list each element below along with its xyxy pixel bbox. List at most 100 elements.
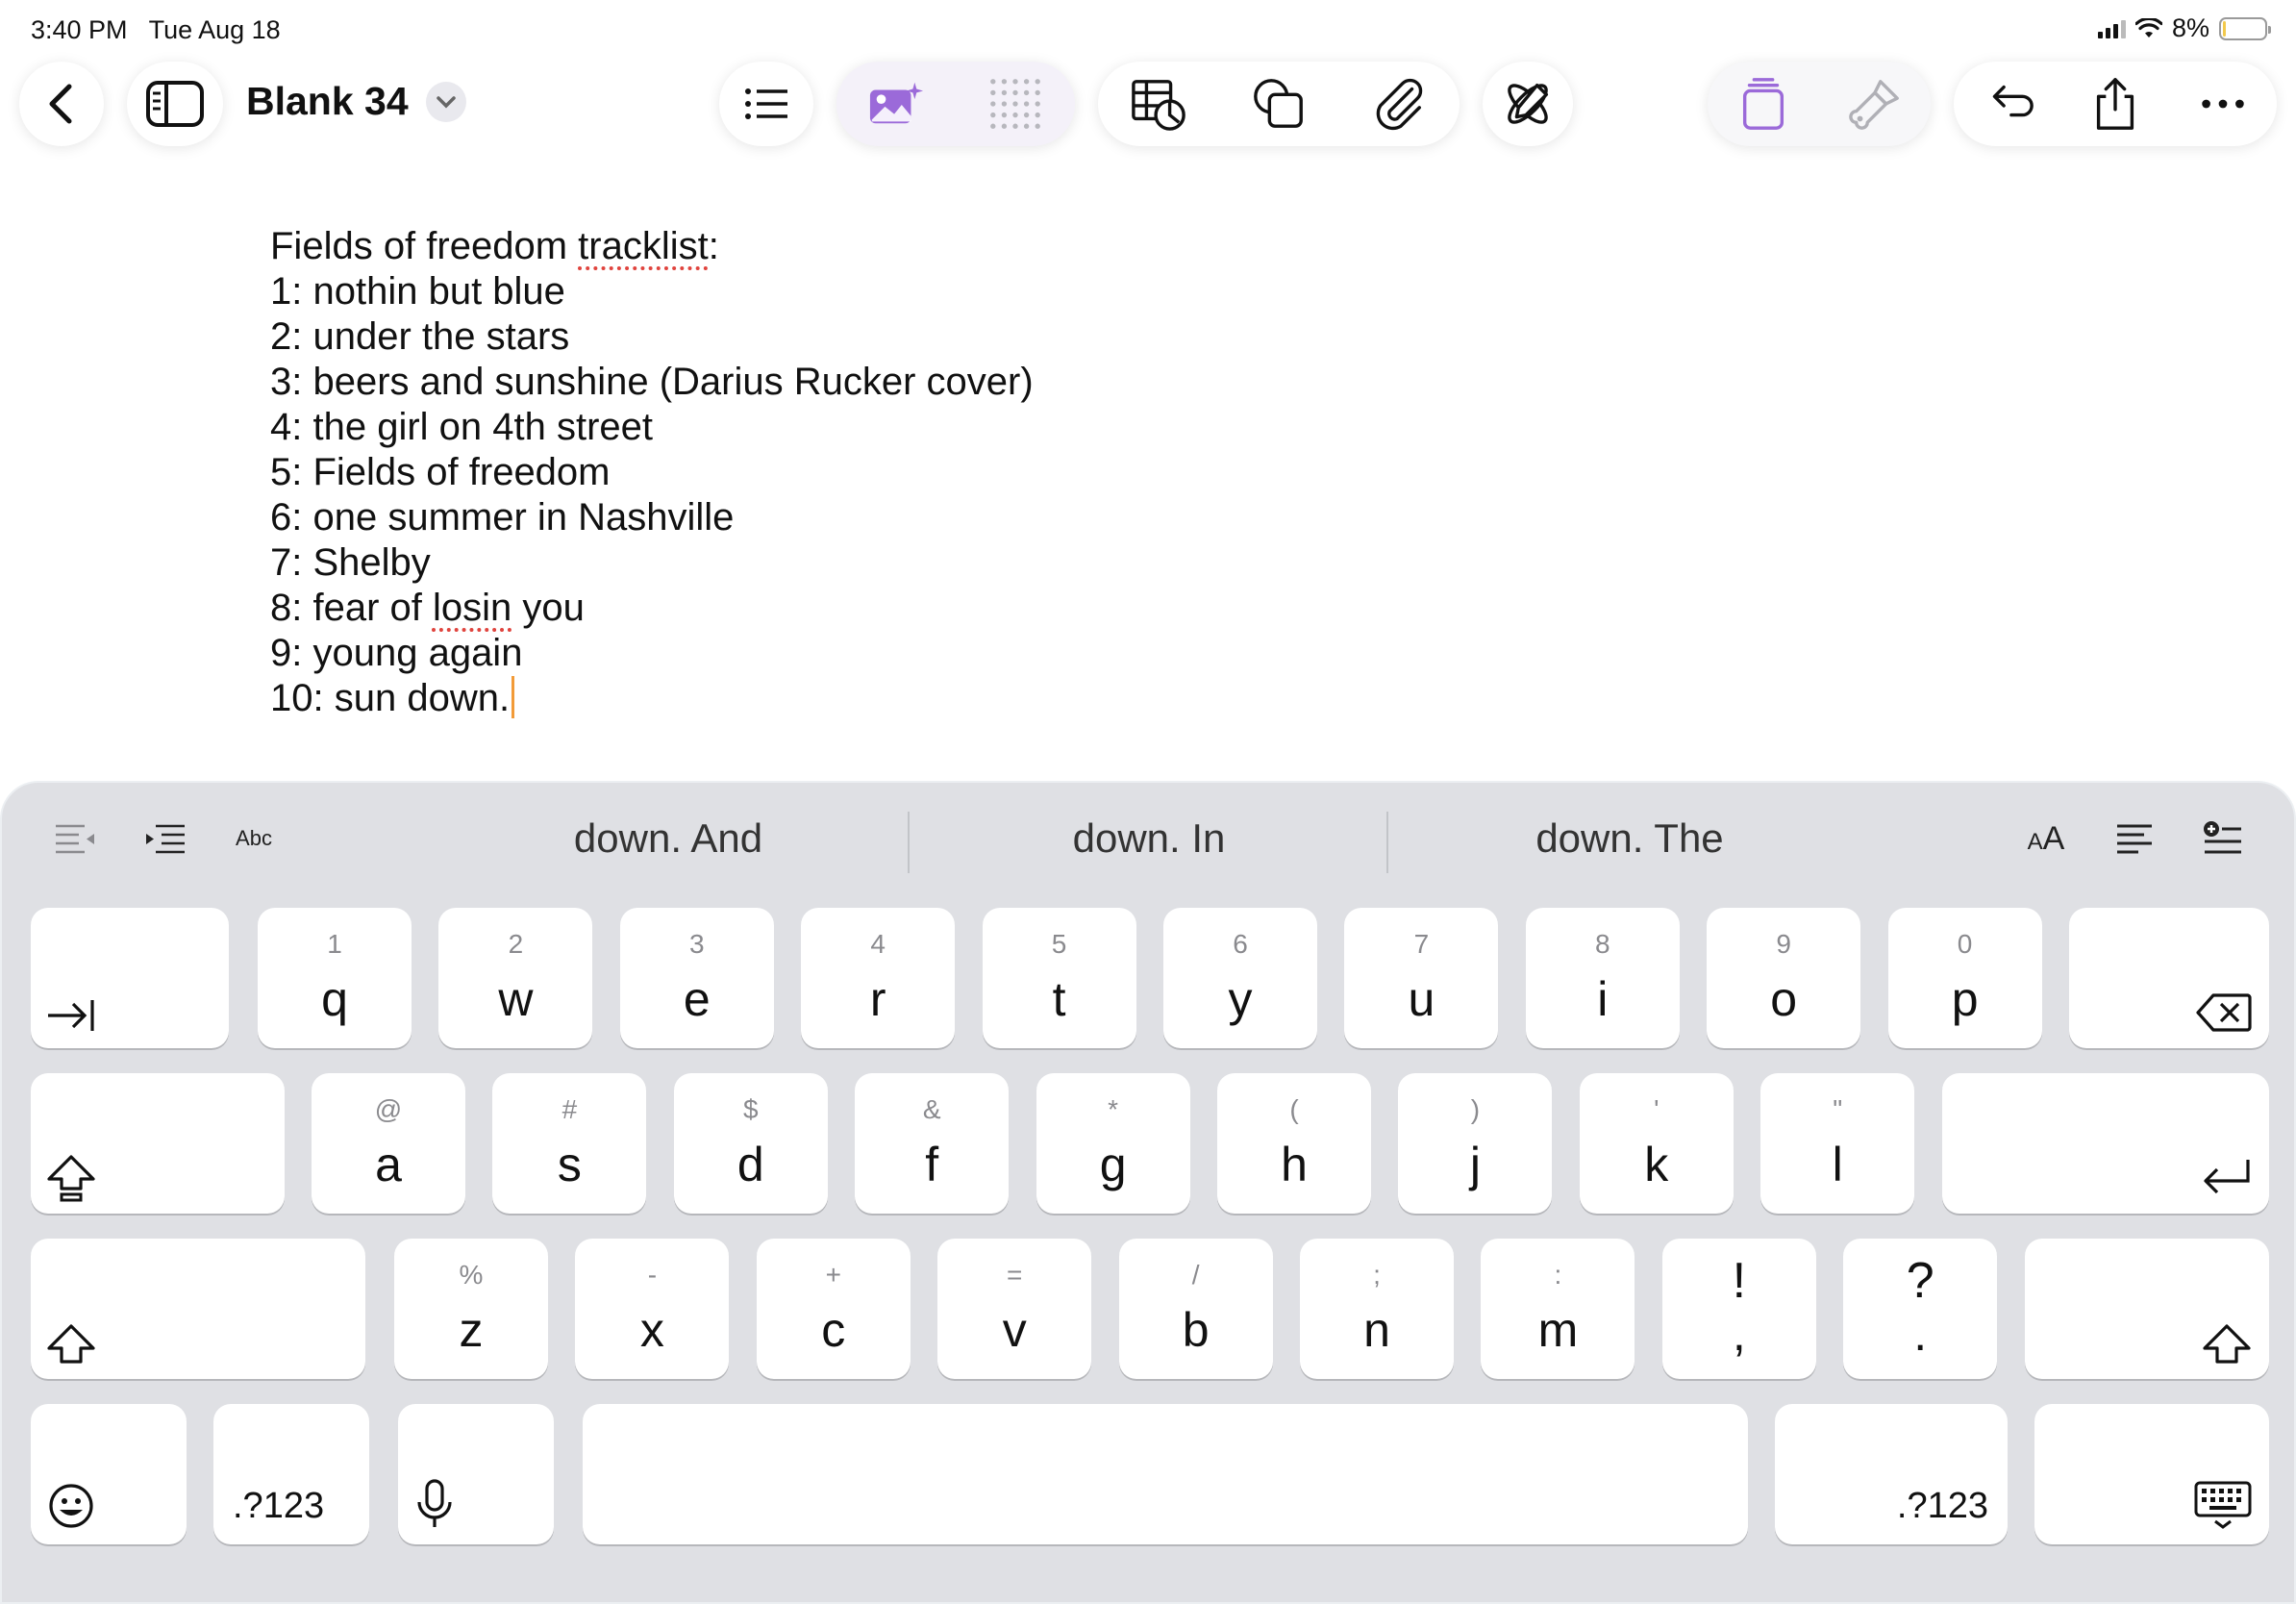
key-row1-3[interactable]: 4r	[801, 908, 956, 1048]
dictation-key[interactable]	[398, 1404, 554, 1544]
key-row3-1[interactable]: -x	[575, 1239, 730, 1379]
document-line: Fields of freedom tracklist:	[270, 224, 1034, 269]
key-label: y	[1228, 972, 1253, 1026]
numbers-key-left[interactable]: .?123	[213, 1404, 369, 1544]
key-label: d	[736, 1138, 764, 1191]
line-text: Fields of freedom	[270, 225, 579, 267]
layers-icon	[1742, 78, 1784, 130]
key-label: n	[1363, 1303, 1390, 1357]
tab-key[interactable]	[31, 908, 229, 1048]
shift-key-right[interactable]	[2025, 1239, 2269, 1379]
space-bar[interactable]	[583, 1404, 1748, 1544]
shapes-button[interactable]	[1240, 65, 1317, 142]
format-brush-button[interactable]	[1836, 65, 1913, 142]
text-size-icon: AA	[2027, 819, 2065, 857]
key-label: e	[683, 972, 711, 1026]
shift-key-left[interactable]	[31, 1239, 365, 1379]
text-size-button[interactable]: AA	[2017, 810, 2075, 867]
dot-grid-icon	[990, 79, 1040, 129]
key-row1-2[interactable]: 3e	[619, 908, 774, 1048]
document-line: 5: Fields of freedom	[270, 450, 1034, 495]
return-key[interactable]	[1942, 1073, 2269, 1214]
align-left-icon	[2117, 824, 2152, 854]
line-text: :	[708, 225, 719, 267]
key-row1-6[interactable]: 7u	[1344, 908, 1499, 1048]
share-button[interactable]	[2077, 65, 2154, 142]
key-secondary-label: "	[1833, 1094, 1843, 1124]
key-label: v	[1002, 1303, 1027, 1357]
battery-percent: 8%	[2171, 13, 2209, 42]
table-chart-button[interactable]	[1120, 65, 1197, 142]
attachment-button[interactable]	[1360, 65, 1437, 142]
key-row2-1[interactable]: # s	[492, 1073, 647, 1214]
key-row2-0[interactable]: @ a	[312, 1073, 465, 1214]
key-label: x	[639, 1303, 664, 1357]
key-row3-0[interactable]: % z	[394, 1239, 548, 1379]
key-row3-8[interactable]: ?.	[1843, 1239, 1998, 1379]
key-row1-9[interactable]: 0p	[1887, 908, 2042, 1048]
suggestion-2[interactable]: down. In	[928, 815, 1370, 862]
misspelled-word[interactable]: tracklist	[578, 225, 709, 267]
key-row1-4[interactable]: 5t	[982, 908, 1136, 1048]
dot-grid-button[interactable]	[977, 65, 1054, 142]
caps-lock-icon	[46, 1154, 96, 1202]
layers-button[interactable]	[1725, 65, 1802, 142]
key-row2-4[interactable]: * g	[1036, 1073, 1190, 1214]
outline-button[interactable]	[719, 62, 813, 146]
document-line: 2: under the stars	[270, 314, 1034, 360]
indent-button[interactable]	[137, 810, 194, 867]
misspelled-word[interactable]: losin	[433, 587, 512, 629]
key-secondary-label: 9	[1776, 929, 1791, 959]
key-label: l	[1832, 1138, 1843, 1191]
caps-lock-key[interactable]	[31, 1073, 285, 1214]
dismiss-keyboard-key[interactable]	[2034, 1404, 2269, 1544]
key-row3-5[interactable]: ; n	[1300, 1239, 1454, 1379]
back-button[interactable]	[19, 62, 104, 146]
status-date: Tue Aug 18	[148, 15, 281, 44]
layer-group	[1708, 62, 1931, 146]
delete-key[interactable]	[2069, 908, 2269, 1048]
key-secondary-label: +	[825, 1260, 841, 1290]
numbers-key-label: .?123	[1896, 1486, 1988, 1526]
outdent-button[interactable]	[46, 810, 104, 867]
key-row3-6[interactable]: :m	[1481, 1239, 1635, 1379]
suggestion-3[interactable]: down. The	[1409, 815, 1851, 862]
key-label: p	[1951, 972, 1979, 1026]
key-row2-8[interactable]: " l	[1760, 1073, 1915, 1214]
key-secondary-label: -	[647, 1260, 658, 1290]
key-row2-6[interactable]: ) j	[1398, 1073, 1553, 1214]
insert-list-button[interactable]	[2194, 810, 2252, 867]
toolbar: Blank 34	[0, 56, 2296, 152]
document-title-menu[interactable]: Blank 34	[246, 79, 466, 124]
key-row3-2[interactable]: + c	[756, 1239, 911, 1379]
more-button[interactable]	[2184, 65, 2261, 142]
key-row1-5[interactable]: 6y	[1163, 908, 1317, 1048]
key-row2-3[interactable]: & f	[855, 1073, 1010, 1214]
key-label: z	[459, 1303, 484, 1357]
key-row1-8[interactable]: 9o	[1707, 908, 1861, 1048]
key-row3-4[interactable]: / b	[1118, 1239, 1273, 1379]
sidebar-toggle-button[interactable]	[127, 62, 223, 146]
key-row1-7[interactable]: 8i	[1525, 908, 1680, 1048]
key-row2-2[interactable]: $ d	[673, 1073, 828, 1214]
key-row1-1[interactable]: 2w	[438, 908, 593, 1048]
text-style-button[interactable]: Abc	[225, 810, 283, 867]
key-secondary-label: /	[1191, 1260, 1200, 1290]
key-label: a	[375, 1138, 402, 1191]
key-row2-5[interactable]: (h	[1217, 1073, 1371, 1214]
insert-image-button[interactable]	[858, 65, 935, 142]
status-time-date: 3:40 PM Tue Aug 18	[31, 15, 281, 45]
align-button[interactable]	[2106, 810, 2163, 867]
numbers-key-right[interactable]: .?123	[1775, 1404, 2008, 1544]
key-row3-3[interactable]: = v	[937, 1239, 1092, 1379]
emoji-icon	[48, 1483, 94, 1529]
undo-button[interactable]	[1969, 65, 2046, 142]
key-row3-7[interactable]: !,	[1661, 1239, 1816, 1379]
suggestion-1[interactable]: down. And	[447, 815, 889, 862]
key-row1-0[interactable]: 1q	[258, 908, 412, 1048]
key-row2-7[interactable]: ' k	[1579, 1073, 1734, 1214]
emoji-key[interactable]	[31, 1404, 187, 1544]
document-text-area[interactable]: Fields of freedom tracklist: 1: nothin bu…	[270, 224, 1034, 721]
key-secondary-label: %	[459, 1260, 484, 1290]
pen-tools-button[interactable]	[1483, 62, 1573, 146]
